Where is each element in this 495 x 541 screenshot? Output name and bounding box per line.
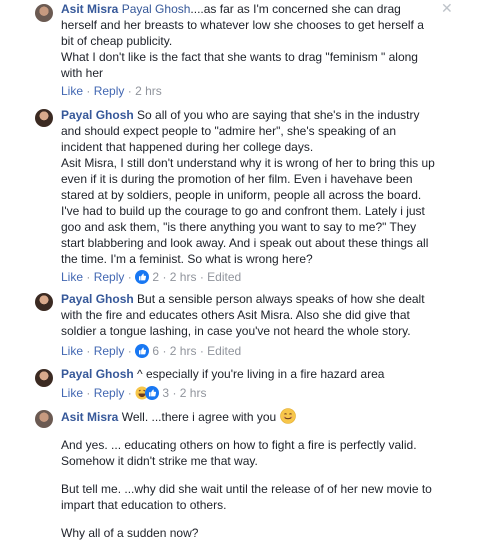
comment-line: And yes. ... educating others on how to … [61, 438, 417, 452]
reply-link[interactable]: Reply [94, 344, 125, 358]
comment-line: I've had to build up the courage to go a… [61, 204, 425, 218]
comment-text: Asit Misra Well. ...there i agree with y… [61, 408, 458, 541]
separator: · [199, 270, 204, 284]
reply-link[interactable]: Reply [94, 84, 125, 98]
reaction-count[interactable]: 6 [152, 344, 159, 358]
comment-line: and should expect people to "admire her"… [61, 124, 397, 138]
separator: · [127, 344, 132, 358]
smile-emoji-icon [279, 408, 296, 424]
comment-line: herself and her breasts to whatever low … [61, 18, 424, 32]
comment-text: Payal Ghosh So all of you who are saying… [61, 107, 458, 267]
separator: · [86, 386, 91, 400]
comment-actions: Like · Reply · 2 hrs [61, 83, 162, 99]
like-reaction-icon[interactable] [145, 386, 160, 400]
comment-line: incident that happened during her colleg… [61, 140, 314, 154]
separator: · [127, 84, 132, 98]
comment-line: But a sensible person always speaks of h… [137, 292, 425, 306]
comment-text: Payal Ghosh But a sensible person always… [61, 291, 458, 339]
author-name[interactable]: Asit Misra [61, 410, 118, 424]
comment-line: Somehow it didn't strike me that way. [61, 454, 258, 468]
author-name[interactable]: Asit Misra [61, 2, 118, 16]
like-reaction-icon[interactable] [135, 270, 150, 284]
comment-line: stared at by soldiers, people in uniform… [61, 188, 422, 202]
comment-line: So all of you who are saying that she's … [137, 108, 420, 122]
avatar[interactable] [35, 109, 53, 127]
author-name[interactable]: Payal Ghosh [61, 108, 134, 122]
avatar[interactable] [35, 293, 53, 311]
reaction-count[interactable]: 3 [162, 386, 169, 400]
edited-label[interactable]: Edited [207, 270, 241, 284]
comment-line: impart that education to others. [61, 498, 227, 512]
comment-actions: Like · Reply · 3 · 2 hrs [61, 385, 206, 401]
comment-line: even if it is during the promotion of he… [61, 172, 413, 186]
comment-line: Asit Misra, I still don't understand why… [61, 156, 435, 170]
like-link[interactable]: Like [61, 344, 83, 358]
separator: · [199, 344, 204, 358]
comment-line: the time. I'm a feminist. So what is wro… [61, 252, 313, 266]
timestamp[interactable]: 2 hrs [180, 386, 207, 400]
comment-line: with the fire and educates others Asit M… [61, 308, 410, 322]
reaction-count[interactable]: 2 [152, 270, 159, 284]
comment-line: Why all of a sudden now? [61, 526, 199, 540]
separator: · [86, 344, 91, 358]
comment-line: ^ especially if you're living in a fire … [137, 367, 385, 381]
comment-line: bit of cheap publicity. [61, 34, 173, 48]
comment-text: Payal Ghosh ^ especially if you're livin… [61, 366, 458, 382]
avatar[interactable] [35, 4, 53, 22]
comment-actions: Like · Reply · 6 · 2 hrs · Edited [61, 343, 241, 359]
timestamp[interactable]: 2 hrs [135, 84, 162, 98]
comment-line: What I don't like is the fact that she w… [61, 50, 418, 64]
comment-actions: Like · Reply · 2 · 2 hrs · Edited [61, 269, 241, 285]
author-name[interactable]: Payal Ghosh [61, 292, 134, 306]
comment-line: soldier a tongue lashing, in case you've… [61, 324, 411, 338]
separator: · [172, 386, 177, 400]
reply-link[interactable]: Reply [94, 270, 125, 284]
mention-link[interactable]: Payal Ghosh [122, 2, 191, 16]
like-link[interactable]: Like [61, 84, 83, 98]
comment-line: goo and ask them, "is there anything you… [61, 220, 417, 234]
avatar[interactable] [35, 369, 53, 387]
comment-line: with her [61, 66, 104, 80]
separator: · [162, 270, 167, 284]
separator: · [86, 84, 91, 98]
timestamp[interactable]: 2 hrs [170, 270, 197, 284]
reply-link[interactable]: Reply [94, 386, 125, 400]
like-link[interactable]: Like [61, 386, 83, 400]
separator: · [127, 386, 132, 400]
like-link[interactable]: Like [61, 270, 83, 284]
comment-line: But tell me. ...why did she wait until t… [61, 482, 432, 496]
comment-thread: ✕ Asit Misra Payal Ghosh....as far as I'… [0, 0, 495, 540]
separator: · [127, 270, 132, 284]
author-name[interactable]: Payal Ghosh [61, 367, 134, 381]
edited-label[interactable]: Edited [207, 344, 241, 358]
avatar[interactable] [35, 410, 53, 428]
comment-text: Asit Misra Payal Ghosh....as far as I'm … [61, 1, 458, 81]
comment-line: Well. ...there i agree with you [121, 410, 277, 424]
comment-line: start blabbering and look away. And i sp… [61, 236, 429, 250]
separator: · [162, 344, 167, 358]
like-reaction-icon[interactable] [135, 344, 150, 358]
timestamp[interactable]: 2 hrs [170, 344, 197, 358]
separator: · [86, 270, 91, 284]
comment-line: ....as far as I'm concerned she can drag [190, 2, 401, 16]
